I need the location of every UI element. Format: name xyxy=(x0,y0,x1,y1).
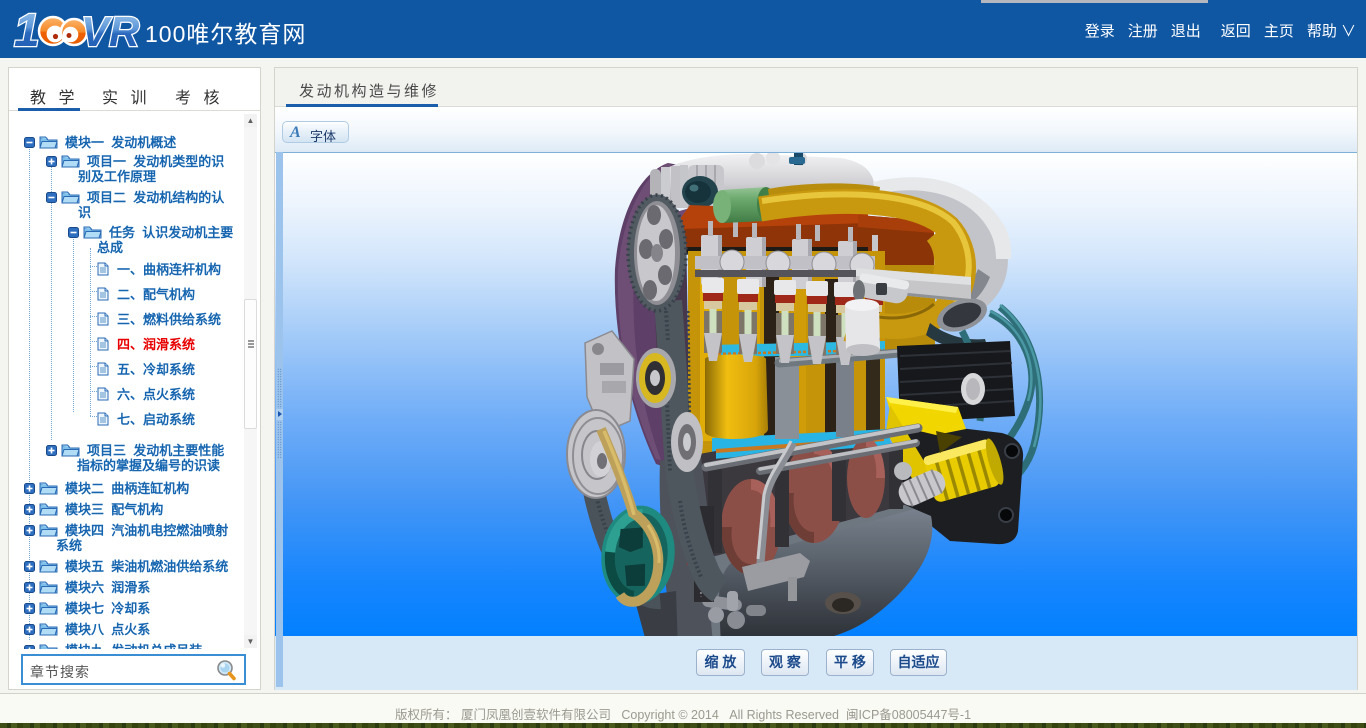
svg-text:VR: VR xyxy=(81,8,140,55)
svg-text:1: 1 xyxy=(14,4,40,55)
